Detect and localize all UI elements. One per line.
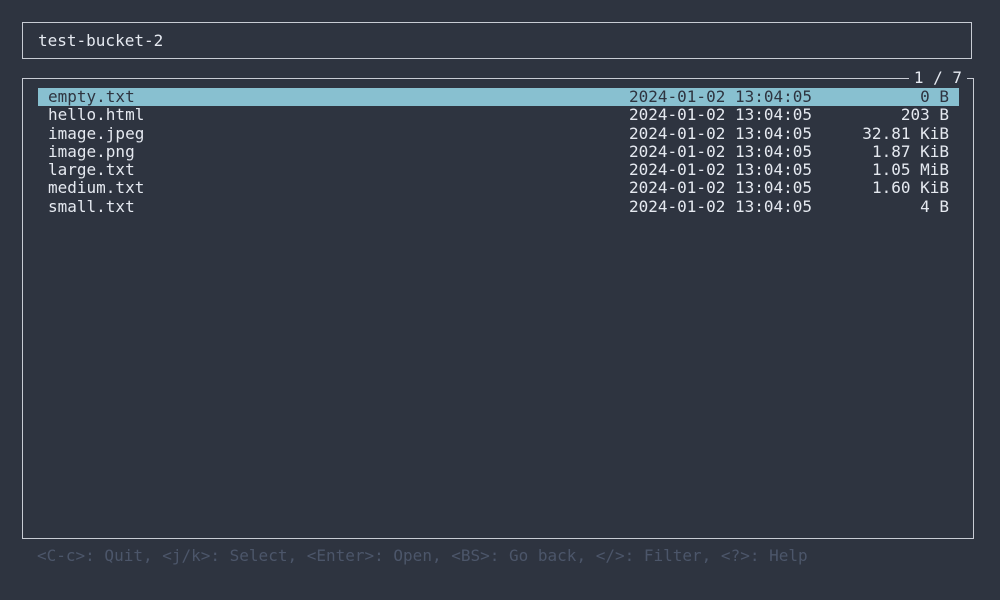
object-list: empty.txt 2024-01-02 13:04:05 0 B hello.… bbox=[38, 87, 959, 216]
object-size: 1.60 KiB bbox=[871, 178, 949, 198]
object-date: 2024-01-02 13:04:05 bbox=[629, 123, 813, 143]
object-name: image.png bbox=[48, 141, 135, 161]
object-name: image.jpeg bbox=[48, 123, 145, 143]
keybinding-help: <C-c>: Quit, <j/k>: Select, <Enter>: Ope… bbox=[37, 546, 808, 565]
list-item[interactable]: empty.txt 2024-01-02 13:04:05 0 B bbox=[38, 87, 959, 107]
object-size: 203 B bbox=[900, 105, 949, 125]
object-list-panel: 1 / 7 empty.txt 2024-01-02 13:04:05 0 B … bbox=[22, 69, 974, 539]
list-item[interactable]: hello.html 2024-01-02 13:04:05 203 B bbox=[38, 105, 959, 125]
list-item[interactable]: large.txt 2024-01-02 13:04:05 1.05 MiB bbox=[38, 160, 959, 180]
object-name: empty.txt bbox=[48, 87, 135, 106]
object-date: 2024-01-02 13:04:05 bbox=[629, 160, 813, 180]
object-name: large.txt bbox=[48, 160, 135, 180]
object-size: 0 B bbox=[920, 87, 949, 106]
object-name: hello.html bbox=[48, 105, 145, 125]
object-size: 4 B bbox=[920, 196, 949, 216]
object-size: 1.05 MiB bbox=[871, 160, 949, 180]
object-date: 2024-01-02 13:04:05 bbox=[629, 196, 813, 216]
bucket-name: test-bucket-2 bbox=[38, 31, 164, 50]
object-date: 2024-01-02 13:04:05 bbox=[629, 105, 813, 125]
list-item[interactable]: image.jpeg 2024-01-02 13:04:05 32.81 KiB bbox=[38, 123, 959, 143]
selection-counter: 1 / 7 bbox=[908, 69, 967, 87]
object-date: 2024-01-02 13:04:05 bbox=[629, 178, 813, 198]
bucket-header: test-bucket-2 bbox=[22, 22, 972, 59]
object-size: 1.87 KiB bbox=[871, 141, 949, 161]
list-item[interactable]: image.png 2024-01-02 13:04:05 1.87 KiB bbox=[38, 141, 959, 161]
list-item[interactable]: small.txt 2024-01-02 13:04:05 4 B bbox=[38, 196, 959, 216]
terminal-window: test-bucket-2 1 / 7 empty.txt 2024-01-02… bbox=[0, 0, 1000, 600]
object-size: 32.81 KiB bbox=[862, 123, 949, 143]
object-date: 2024-01-02 13:04:05 bbox=[629, 141, 813, 161]
list-item[interactable]: medium.txt 2024-01-02 13:04:05 1.60 KiB bbox=[38, 178, 959, 198]
object-name: medium.txt bbox=[48, 178, 145, 198]
object-name: small.txt bbox=[48, 196, 135, 216]
object-date: 2024-01-02 13:04:05 bbox=[629, 87, 813, 106]
